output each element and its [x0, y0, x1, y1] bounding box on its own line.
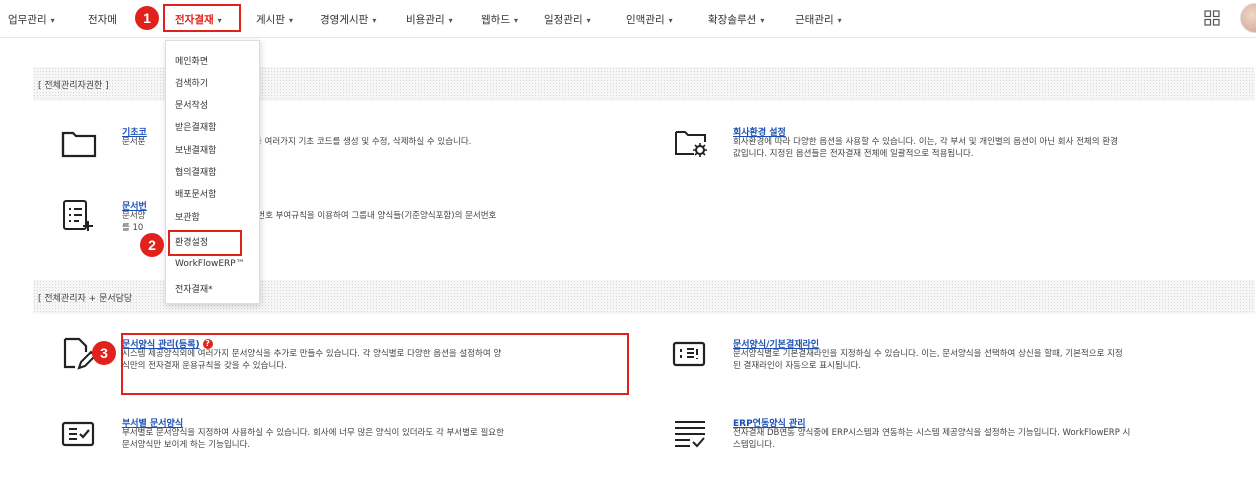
nav-item-email[interactable]: 전자메 [88, 12, 117, 27]
highlight-box-form-manage [121, 333, 629, 395]
chevron-down-icon: ▾ [513, 16, 518, 25]
chevron-down-icon: ▾ [448, 16, 453, 25]
menu-item-workflow-erp[interactable]: WorkFlowERP™ [175, 259, 245, 269]
chevron-down-icon: ▾ [288, 16, 293, 25]
nav-item-schedule[interactable]: 일정관리 ▾ [544, 12, 591, 27]
alert-box-icon [672, 341, 706, 367]
item-description: 문서양식별로 기본결재라인을 지정하실 수 있습니다. 이는, 문서양식을 선택… [733, 349, 1123, 371]
item-basic-code: 기초코 문서분 출, 출장지역등 여러가지 기초 코드를 생성 및 수정, 삭제하… [59, 125, 619, 165]
item-dept-form: 부서별 문서양식 부서별로 문서양식을 지정하여 사용하실 수 있습니다. 회사… [59, 416, 629, 456]
chevron-down-icon: ▾ [760, 16, 765, 25]
chevron-down-icon: ▾ [586, 16, 591, 25]
approval-dropdown-menu: 메인화면 검색하기 문서작성 받은결재함 보낸결재함 협의결재함 배포문서함 보… [165, 40, 260, 304]
chevron-down-icon: ▾ [372, 16, 377, 25]
item-form-default-line: 문서양식/기본결재라인 문서양식별로 기본결재라인을 지정하실 수 있습니다. … [670, 337, 1250, 377]
menu-item-distribute[interactable]: 배포문서함 [175, 187, 216, 200]
nav-item-attendance[interactable]: 근태관리 ▾ [795, 12, 842, 27]
folder-gear-icon [675, 131, 707, 157]
chevron-down-icon: ▾ [668, 16, 673, 25]
item-company-env: 회사환경 설정 회사환경에 따라 다양한 옵션을 사용할 수 있습니다. 이는,… [670, 125, 1250, 165]
menu-item-consult[interactable]: 협의결재함 [175, 165, 216, 178]
nav-item-work[interactable]: 업무관리 ▾ [8, 12, 55, 27]
menu-item-archive[interactable]: 보관함 [175, 210, 200, 223]
avatar[interactable] [1240, 3, 1256, 33]
chevron-down-icon: ▾ [50, 16, 55, 25]
nav-item-mgmt-board[interactable]: 경영게시판 ▾ [320, 12, 376, 27]
checkbox-icon [61, 421, 95, 447]
step-badge-3: 3 [92, 341, 116, 365]
menu-item-approval-star[interactable]: 전자결재* [175, 282, 213, 295]
menu-item-search[interactable]: 검색하기 [175, 76, 208, 89]
list-check-icon [675, 421, 705, 448]
item-erp-form: ERP연동양식 관리 전자결재 DB연동 양식중에 ERP시스템과 연동하는 시… [670, 416, 1250, 456]
step-badge-2: 2 [140, 233, 164, 257]
highlight-box-approval-menu [163, 4, 241, 32]
menu-item-received[interactable]: 받은결재함 [175, 120, 216, 133]
nav-item-contacts[interactable]: 인맥관리 ▾ [626, 12, 673, 27]
app-grid-icon[interactable] [1204, 10, 1220, 26]
item-description: 전자결재 DB연동 양식중에 ERP시스템과 연동하는 시스템 제공양식을 설정… [733, 428, 1131, 450]
nav-item-board[interactable]: 게시판 ▾ [256, 12, 293, 27]
item-description: 부서별로 문서양식을 지정하여 사용하실 수 있습니다. 회사에 너무 많은 양… [122, 428, 504, 450]
menu-item-write[interactable]: 문서작성 [175, 98, 208, 111]
nav-item-extensions[interactable]: 확장솔루션 ▾ [708, 12, 764, 27]
item-description: 회사환경에 따라 다양한 옵션을 사용할 수 있습니다. 이는, 각 부서 및 … [733, 137, 1118, 159]
folder-icon [61, 131, 97, 158]
menu-item-sent[interactable]: 보낸결재함 [175, 143, 216, 156]
chevron-down-icon: ▾ [837, 16, 842, 25]
list-add-icon [63, 200, 93, 231]
nav-item-expense[interactable]: 비용관리 ▾ [406, 12, 453, 27]
nav-item-webhard[interactable]: 웹하드 ▾ [481, 12, 518, 27]
section-title: [ 전체관리자권한 ] [38, 81, 109, 91]
highlight-box-settings [168, 230, 242, 256]
section-title: [ 전체관리자 + 문서담당 [38, 294, 133, 304]
menu-item-main[interactable]: 메인화면 [175, 54, 208, 67]
step-badge-1: 1 [135, 6, 159, 30]
item-doc-number: 문서번 문서양 양식의 문서번호 부여규칙을 이용하여 그룹내 양식들(기준양식포… [59, 199, 619, 239]
